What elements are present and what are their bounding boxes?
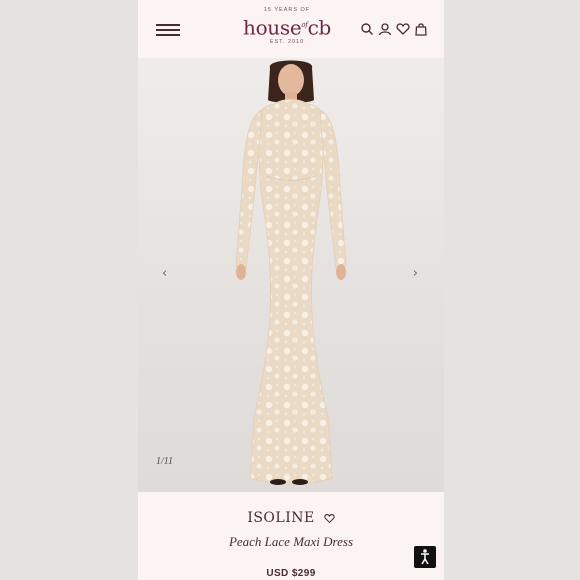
hamburger-menu-icon[interactable]	[156, 24, 180, 36]
accessibility-icon	[421, 549, 429, 565]
product-image-carousel[interactable]: ‹ › 1/11	[138, 58, 444, 492]
product-info: ISOLINE Peach Lace Maxi Dress USD $299	[138, 492, 444, 580]
product-subtitle: Peach Lace Maxi Dress	[228, 534, 354, 549]
add-to-wishlist-heart-icon[interactable]	[324, 513, 335, 524]
image-counter: 1/11	[156, 456, 174, 467]
accessibility-button[interactable]	[414, 546, 436, 568]
logo-tagline: 15 YEARS OF	[263, 7, 311, 13]
product-page: 15 YEARS OF houseofcb EST. 2010 ‹ › 1/11…	[138, 0, 444, 580]
product-name: ISOLINE	[138, 510, 444, 526]
bag-icon[interactable]	[414, 22, 428, 36]
product-name-label: ISOLINE	[247, 510, 315, 526]
brand-logo[interactable]: 15 YEARS OF houseofcb EST. 2010	[224, 5, 350, 57]
product-price: USD $299	[266, 568, 316, 579]
logo-wordmark: houseofcb	[242, 15, 332, 40]
header-icons	[360, 22, 428, 36]
site-header: 15 YEARS OF houseofcb EST. 2010	[138, 0, 444, 58]
wishlist-heart-icon[interactable]	[396, 22, 410, 36]
account-icon[interactable]	[378, 22, 392, 36]
next-image-arrow-icon[interactable]: ›	[413, 266, 418, 281]
model-wearing-dress-image	[235, 60, 347, 485]
prev-image-arrow-icon[interactable]: ‹	[162, 266, 167, 281]
search-icon[interactable]	[360, 22, 374, 36]
